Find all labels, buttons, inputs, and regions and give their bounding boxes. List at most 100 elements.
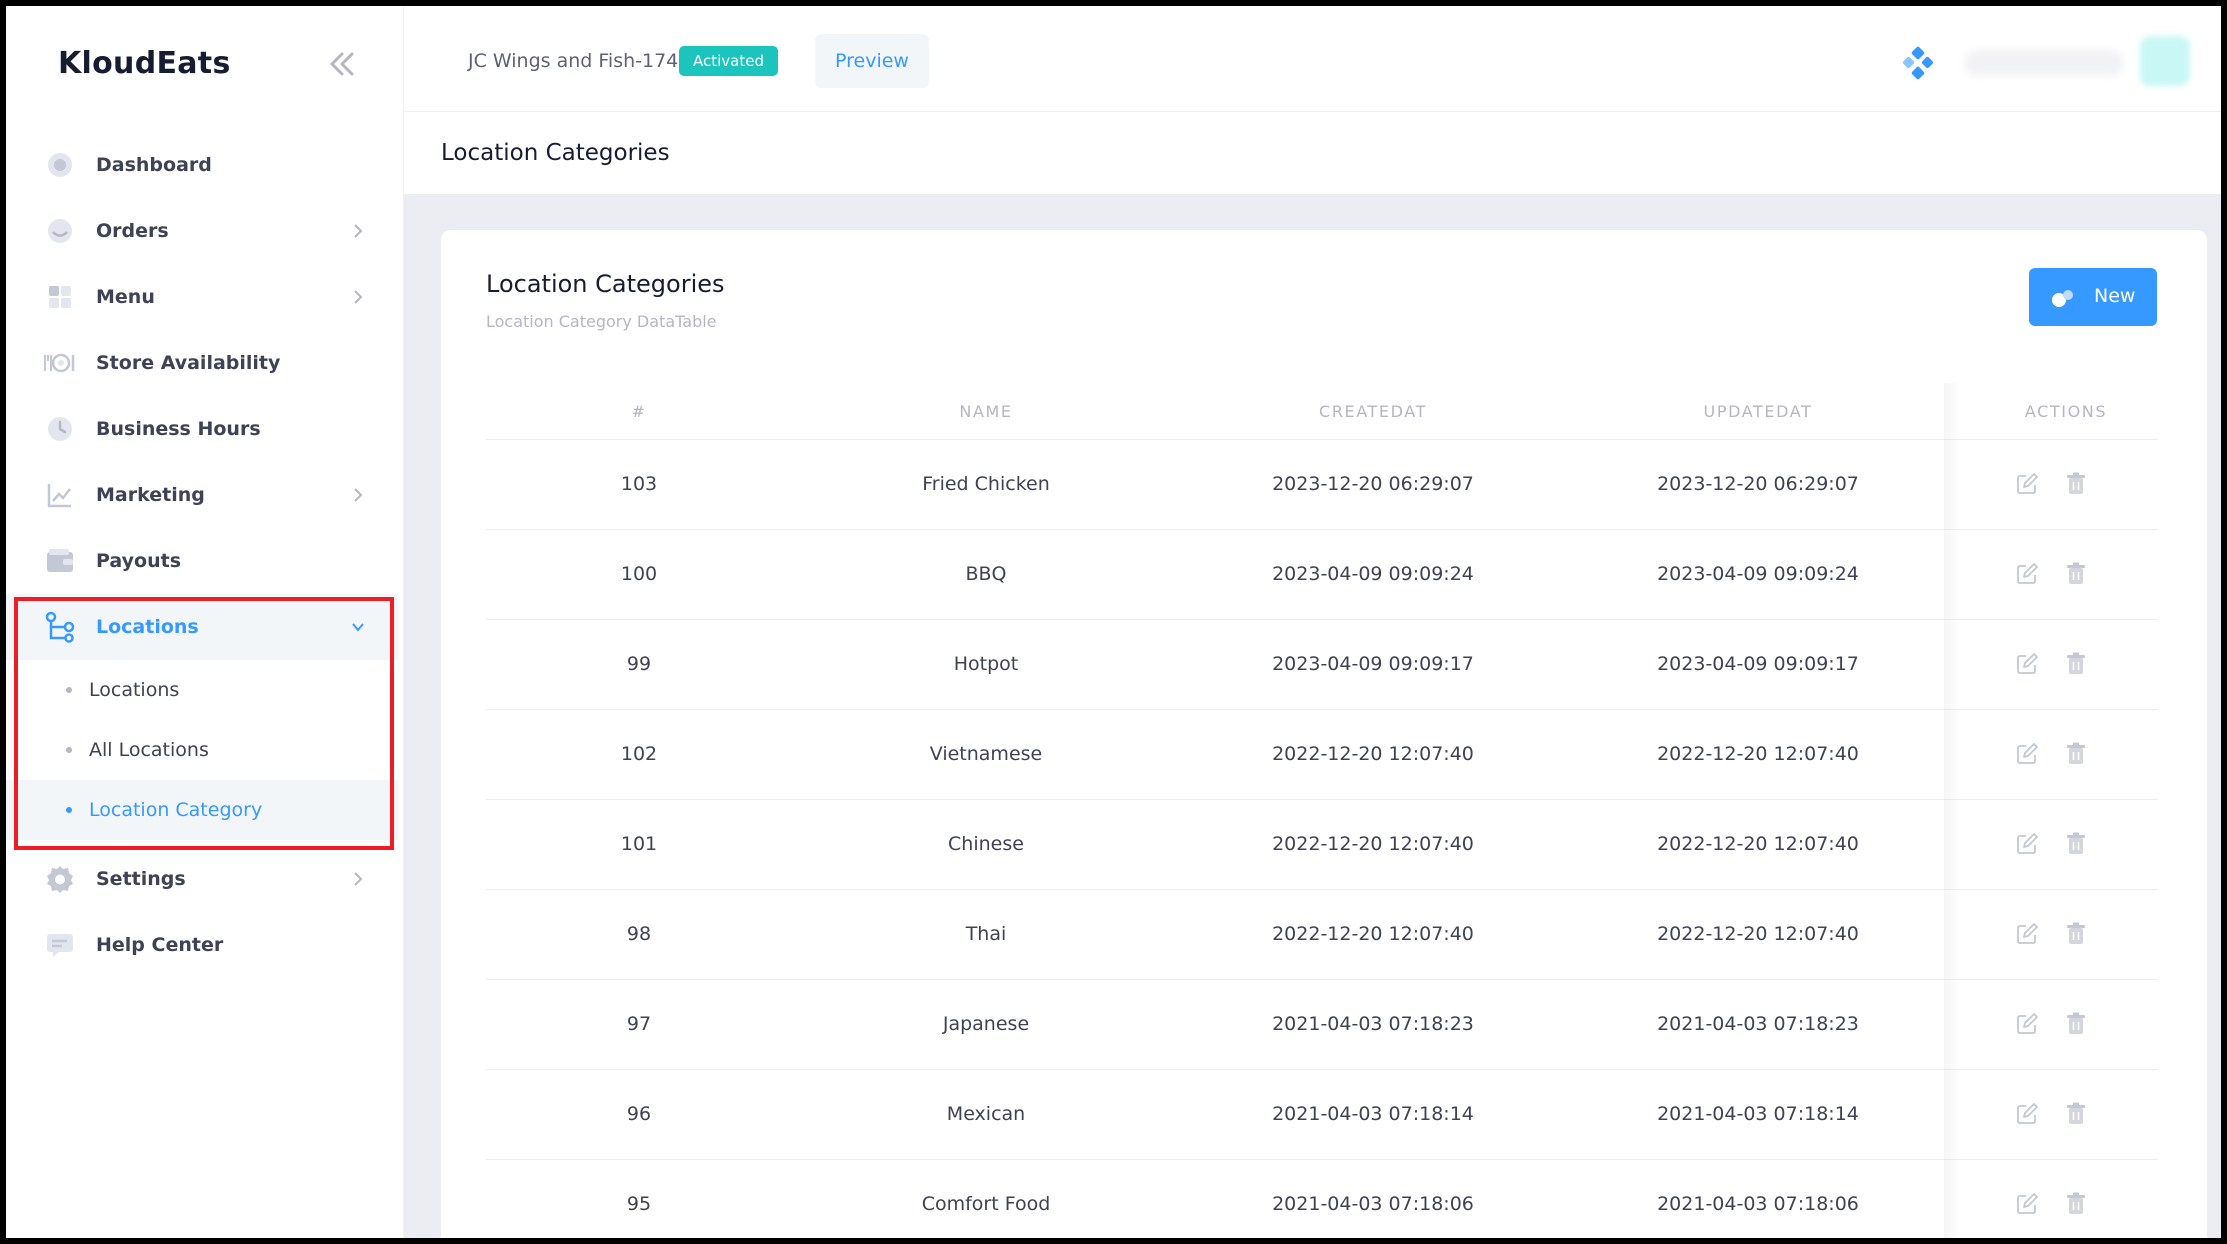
new-button[interactable]: New (2029, 268, 2157, 326)
cell-id: 95 (626, 1193, 652, 1215)
cell-name: BBQ (965, 563, 1007, 585)
page-title: Location Categories (441, 140, 670, 166)
cell-createdat: 2022-12-20 12:07:40 (1272, 833, 1474, 855)
cell-updatedat: 2022-12-20 12:07:40 (1657, 833, 1859, 855)
locations-icon (42, 609, 78, 645)
sidebar-item-label: Store Availability (96, 352, 281, 374)
table-body: 103 Fried Chicken 2023-12-20 06:29:07 20… (486, 440, 2158, 1238)
cell-id: 101 (620, 833, 658, 855)
sidebar-item-marketing[interactable]: Marketing (6, 462, 398, 528)
column-header-id[interactable]: # (486, 402, 792, 421)
bullet-icon (66, 687, 72, 693)
table-row[interactable]: 99 Hotpot 2023-04-09 09:09:17 2023-04-09… (486, 620, 2158, 710)
column-header-updatedat[interactable]: UPDATEDAT (1566, 402, 1950, 421)
trash-icon[interactable] (2066, 1192, 2086, 1216)
cell-createdat: 2021-04-03 07:18:23 (1272, 1013, 1474, 1035)
dashboard-icon (42, 147, 78, 183)
sidebar-item-label: Dashboard (96, 154, 212, 176)
sidebar-item-menu[interactable]: Menu (6, 264, 398, 330)
edit-icon[interactable] (2016, 653, 2038, 675)
wallet-icon (42, 543, 78, 579)
avatar[interactable] (2140, 36, 2190, 86)
trash-icon[interactable] (2066, 742, 2086, 766)
sidebar-item-store-availability[interactable]: Store Availability (6, 330, 398, 396)
cell-id: 100 (620, 563, 658, 585)
cell-id: 98 (626, 923, 652, 945)
orders-icon (42, 213, 78, 249)
submenu-item-locations[interactable]: Locations (6, 660, 398, 720)
chat-icon (42, 927, 78, 963)
sidebar: KloudEats Dashboard Orders Menu Store Av… (6, 6, 404, 1238)
cell-updatedat: 2023-04-09 09:09:17 (1657, 653, 1859, 675)
cell-name: Vietnamese (929, 743, 1043, 765)
edit-icon[interactable] (2016, 563, 2038, 585)
sidebar-item-label: Business Hours (96, 418, 261, 440)
collapse-sidebar-icon[interactable] (322, 46, 362, 82)
cell-name: Japanese (942, 1013, 1030, 1035)
cell-name: Mexican (946, 1103, 1026, 1125)
trash-icon[interactable] (2066, 922, 2086, 946)
location-categories-table: # NAME CREATEDAT UPDATEDAT ACTIONS 103 F… (486, 382, 2158, 1238)
bullet-icon (66, 747, 72, 753)
sidebar-item-label: Menu (96, 286, 155, 308)
trash-icon[interactable] (2066, 652, 2086, 676)
submenu-item-location-category[interactable]: Location Category (6, 780, 398, 840)
column-header-name[interactable]: NAME (792, 402, 1180, 421)
app-window: KloudEats Dashboard Orders Menu Store Av… (6, 6, 2221, 1238)
sidebar-item-business-hours[interactable]: Business Hours (6, 396, 398, 462)
menu-icon (42, 279, 78, 315)
cell-name: Chinese (948, 833, 1024, 855)
cell-id: 96 (626, 1103, 652, 1125)
cell-name: Comfort Food (921, 1193, 1051, 1215)
chart-icon (42, 477, 78, 513)
edit-icon[interactable] (2016, 1193, 2038, 1215)
edit-icon[interactable] (2016, 923, 2038, 945)
table-row[interactable]: 95 Comfort Food 2021-04-03 07:18:06 2021… (486, 1160, 2158, 1238)
sidebar-item-help-center[interactable]: Help Center (6, 912, 398, 978)
sidebar-item-orders[interactable]: Orders (6, 198, 398, 264)
sidebar-item-settings[interactable]: Settings (6, 846, 398, 912)
brand-logo[interactable]: KloudEats (58, 46, 231, 81)
table-row[interactable]: 97 Japanese 2021-04-03 07:18:23 2021-04-… (486, 980, 2158, 1070)
edit-icon[interactable] (2016, 833, 2038, 855)
edit-icon[interactable] (2016, 1013, 2038, 1035)
cell-id: 103 (620, 473, 658, 495)
table-row[interactable]: 100 BBQ 2023-04-09 09:09:24 2023-04-09 0… (486, 530, 2158, 620)
chevron-right-icon (348, 485, 368, 505)
sidebar-item-locations[interactable]: Locations (6, 594, 398, 660)
table-row[interactable]: 102 Vietnamese 2022-12-20 12:07:40 2022-… (486, 710, 2158, 800)
edit-icon[interactable] (2016, 473, 2038, 495)
cell-updatedat: 2022-12-20 12:07:40 (1657, 923, 1859, 945)
cell-updatedat: 2021-04-03 07:18:23 (1657, 1013, 1859, 1035)
top-header: JC Wings and Fish-174 Activated Preview (404, 6, 2221, 112)
trash-icon[interactable] (2066, 472, 2086, 496)
table-row[interactable]: 101 Chinese 2022-12-20 12:07:40 2022-12-… (486, 800, 2158, 890)
sidebar-item-dashboard[interactable]: Dashboard (6, 132, 398, 198)
preview-button[interactable]: Preview (815, 34, 929, 88)
trash-icon[interactable] (2066, 1102, 2086, 1126)
cell-createdat: 2021-04-03 07:18:06 (1272, 1193, 1474, 1215)
subheader: Location Categories (404, 112, 2221, 194)
edit-icon[interactable] (2016, 743, 2038, 765)
sidebar-item-label: Locations (96, 616, 199, 638)
store-name: JC Wings and Fish-174 (468, 50, 679, 72)
sidebar-item-label: Payouts (96, 550, 182, 572)
table-row[interactable]: 98 Thai 2022-12-20 12:07:40 2022-12-20 1… (486, 890, 2158, 980)
card-title: Location Categories (486, 270, 725, 298)
cell-id: 97 (626, 1013, 652, 1035)
column-header-createdat[interactable]: CREATEDAT (1180, 402, 1566, 421)
submenu-item-all-locations[interactable]: All Locations (6, 720, 398, 780)
apps-icon[interactable] (1901, 46, 1935, 80)
trash-icon[interactable] (2066, 1012, 2086, 1036)
chevron-down-icon (348, 617, 368, 637)
trash-icon[interactable] (2066, 562, 2086, 586)
gear-icon (42, 861, 78, 897)
table-row[interactable]: 103 Fried Chicken 2023-12-20 06:29:07 20… (486, 440, 2158, 530)
user-name-blurred[interactable] (1964, 50, 2124, 76)
sidebar-item-payouts[interactable]: Payouts (6, 528, 398, 594)
edit-icon[interactable] (2016, 1103, 2038, 1125)
table-row[interactable]: 96 Mexican 2021-04-03 07:18:14 2021-04-0… (486, 1070, 2158, 1160)
trash-icon[interactable] (2066, 832, 2086, 856)
sidebar-item-label: Help Center (96, 934, 224, 956)
cell-updatedat: 2022-12-20 12:07:40 (1657, 743, 1859, 765)
